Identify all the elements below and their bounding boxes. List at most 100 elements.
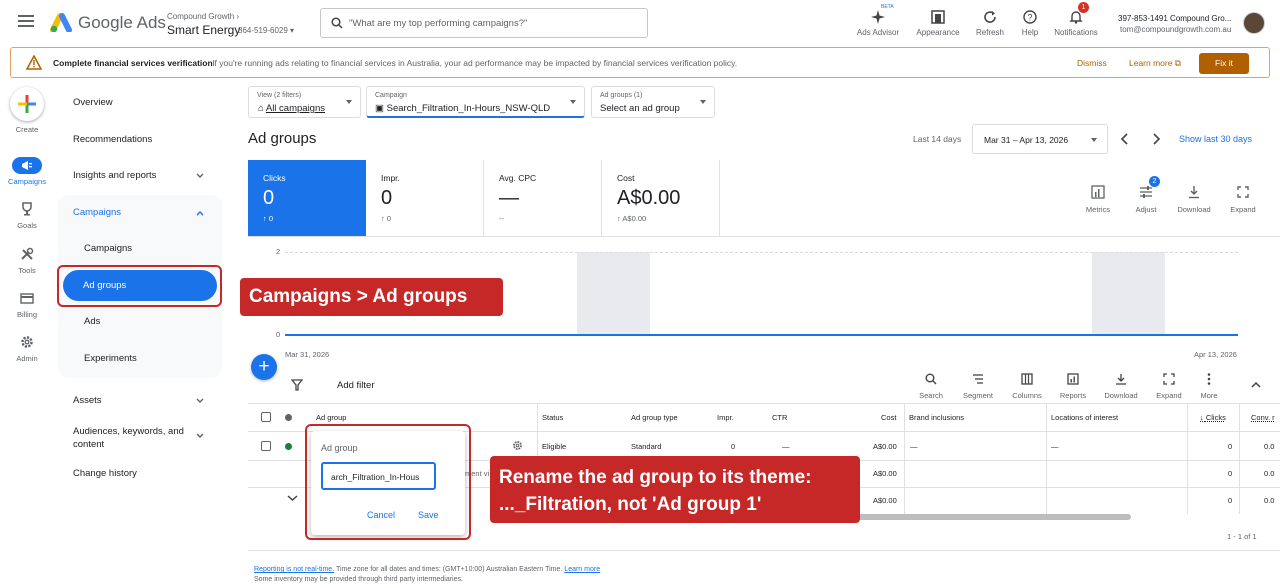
row-impressions: 0 bbox=[731, 442, 736, 451]
download-button[interactable]: Download bbox=[1174, 185, 1214, 214]
add-filter-button[interactable]: Add filter bbox=[337, 380, 375, 391]
expand-button[interactable]: Expand bbox=[1223, 185, 1263, 214]
metrics-button[interactable]: Metrics bbox=[1078, 185, 1118, 214]
gridline bbox=[285, 252, 1238, 253]
chevron-right-icon[interactable] bbox=[1151, 133, 1161, 145]
expand-icon bbox=[1163, 373, 1175, 385]
scorecard-cost[interactable]: Cost A$0.00 ↑ A$0.00 bbox=[602, 160, 720, 236]
col-cost[interactable]: Cost bbox=[881, 413, 896, 422]
chevron-down-icon[interactable] bbox=[287, 494, 298, 502]
nav-ads[interactable]: Ads bbox=[84, 316, 100, 327]
expand-label: Expand bbox=[1230, 205, 1256, 214]
reports-icon bbox=[1067, 373, 1079, 385]
fix-it-button[interactable]: Fix it bbox=[1199, 53, 1249, 74]
view-filter[interactable]: View (2 filters) ⌂ All campaigns bbox=[248, 86, 361, 118]
table-expand-label: Expand bbox=[1156, 391, 1182, 400]
rail-admin[interactable]: Admin bbox=[2, 333, 52, 363]
trophy-icon bbox=[22, 202, 32, 216]
gear-icon bbox=[21, 336, 33, 348]
nav-recommendations[interactable]: Recommendations bbox=[73, 134, 152, 145]
table-download-button[interactable]: Download bbox=[1099, 373, 1143, 400]
col-ad-group-type[interactable]: Ad group type bbox=[631, 413, 678, 422]
col-impressions[interactable]: Impr. bbox=[717, 413, 734, 422]
adjust-label: Adjust bbox=[1135, 205, 1157, 214]
rail-billing[interactable]: Billing bbox=[2, 289, 52, 319]
notification-count: 1 bbox=[1078, 2, 1089, 13]
select-all-checkbox[interactable] bbox=[261, 412, 271, 422]
rail-admin-label: Admin bbox=[16, 354, 38, 363]
account-name[interactable]: Smart Energy bbox=[167, 23, 240, 37]
account-parent[interactable]: Compound Growth › bbox=[167, 12, 239, 21]
chevron-left-icon[interactable] bbox=[1120, 133, 1130, 145]
horizontal-scrollbar[interactable] bbox=[855, 514, 1131, 520]
footer-line1: Reporting is not real-time. Time zone fo… bbox=[254, 566, 600, 573]
nav-campaigns-group[interactable]: Campaigns bbox=[73, 207, 213, 218]
learn-more-link[interactable]: Learn more ⧉ bbox=[1129, 58, 1181, 69]
avatar[interactable] bbox=[1243, 12, 1265, 34]
notifications-button[interactable]: 1 Notifications bbox=[1046, 2, 1106, 37]
rail-tools[interactable]: Tools bbox=[2, 245, 52, 275]
account-id[interactable]: 864-519-6029 ▾ bbox=[238, 26, 294, 35]
scorecard-change: ↑ 0 bbox=[381, 214, 392, 223]
footer-learn-more-link[interactable]: Learn more bbox=[564, 566, 600, 573]
rail-campaigns[interactable]: Campaigns bbox=[2, 156, 52, 186]
campaign-filter[interactable]: Campaign ▣ Search_Filtration_In-Hours_NS… bbox=[366, 86, 585, 118]
date-range-picker[interactable]: Mar 31 – Apr 13, 2026 bbox=[972, 124, 1108, 154]
nav-overview[interactable]: Overview bbox=[73, 97, 113, 108]
nav-change-history[interactable]: Change history bbox=[73, 468, 137, 479]
download-icon bbox=[1189, 186, 1199, 199]
search-icon bbox=[925, 373, 937, 385]
col-ad-group[interactable]: Ad group bbox=[316, 413, 346, 422]
scorecard-avg-cpc[interactable]: Avg. CPC — -- bbox=[484, 160, 602, 236]
adgroup-filter[interactable]: Ad groups (1) Select an ad group bbox=[591, 86, 715, 118]
scorecard-impressions[interactable]: Impr. 0 ↑ 0 bbox=[366, 160, 484, 236]
gear-icon[interactable] bbox=[512, 440, 523, 451]
search-icon bbox=[331, 17, 343, 29]
menu-icon[interactable] bbox=[18, 15, 34, 27]
col-locations[interactable]: Locations of interest bbox=[1051, 413, 1118, 422]
row-cost: A$0.00 bbox=[873, 442, 897, 451]
create-button[interactable] bbox=[10, 87, 44, 121]
metrics-label: Metrics bbox=[1085, 205, 1111, 214]
ads-advisor-button[interactable]: BETA Ads Advisor bbox=[848, 4, 908, 37]
adjust-button[interactable]: 2 Adjust bbox=[1126, 176, 1166, 214]
col-ctr[interactable]: CTR bbox=[772, 413, 787, 422]
col-conv-rate[interactable]: Conv. r bbox=[1251, 413, 1275, 422]
columns-icon bbox=[1021, 373, 1033, 385]
scorecard-clicks[interactable]: Clicks 0 ↑ 0 bbox=[248, 160, 366, 236]
user-email[interactable]: tom@compoundgrowth.com.au bbox=[1120, 25, 1231, 34]
table-search-button[interactable]: Search bbox=[909, 373, 953, 400]
pagination-info: 1 - 1 of 1 bbox=[1227, 532, 1257, 541]
google-ads-logo bbox=[50, 12, 72, 32]
customer-id[interactable]: 397-853-1491 Compound Gro... bbox=[1118, 14, 1231, 23]
table-expand-button[interactable]: Expand bbox=[1147, 373, 1191, 400]
segment-button[interactable]: Segment bbox=[956, 373, 1000, 400]
table-download-label: Download bbox=[1104, 391, 1138, 400]
nav-campaigns[interactable]: Campaigns bbox=[84, 243, 132, 254]
dismiss-button[interactable]: Dismiss bbox=[1077, 58, 1107, 68]
nav-insights[interactable]: Insights and reports bbox=[73, 170, 213, 181]
reporting-link[interactable]: Reporting is not real-time. bbox=[254, 566, 334, 573]
col-clicks[interactable]: ↓ Clicks bbox=[1200, 413, 1226, 422]
banner-title: Complete financial services verification bbox=[53, 58, 213, 68]
reports-button[interactable]: Reports bbox=[1051, 373, 1095, 400]
dropdown-arrow-icon bbox=[1091, 138, 1097, 142]
search-input[interactable]: "What are my top performing campaigns?" bbox=[320, 8, 648, 38]
collapse-chevron-icon[interactable] bbox=[1251, 381, 1261, 389]
nav-audiences[interactable]: Audiences, keywords, and content bbox=[73, 425, 213, 451]
filter-icon[interactable] bbox=[291, 379, 303, 391]
nav-assets[interactable]: Assets bbox=[73, 395, 213, 406]
row-checkbox[interactable] bbox=[261, 441, 271, 451]
columns-button[interactable]: Columns bbox=[1005, 373, 1049, 400]
add-button[interactable]: + bbox=[251, 354, 277, 380]
nav-experiments[interactable]: Experiments bbox=[84, 353, 137, 364]
plus-icon bbox=[18, 95, 36, 113]
rail-goals[interactable]: Goals bbox=[2, 200, 52, 230]
row-ctr: — bbox=[782, 442, 790, 451]
more-button[interactable]: More bbox=[1187, 373, 1231, 400]
col-status[interactable]: Status bbox=[542, 413, 563, 422]
col-brand-inclusions[interactable]: Brand inclusions bbox=[909, 413, 964, 422]
period-label: Last 14 days bbox=[913, 134, 962, 144]
show-last-30-days-link[interactable]: Show last 30 days bbox=[1179, 134, 1252, 144]
appearance-button[interactable]: Appearance bbox=[908, 6, 968, 37]
